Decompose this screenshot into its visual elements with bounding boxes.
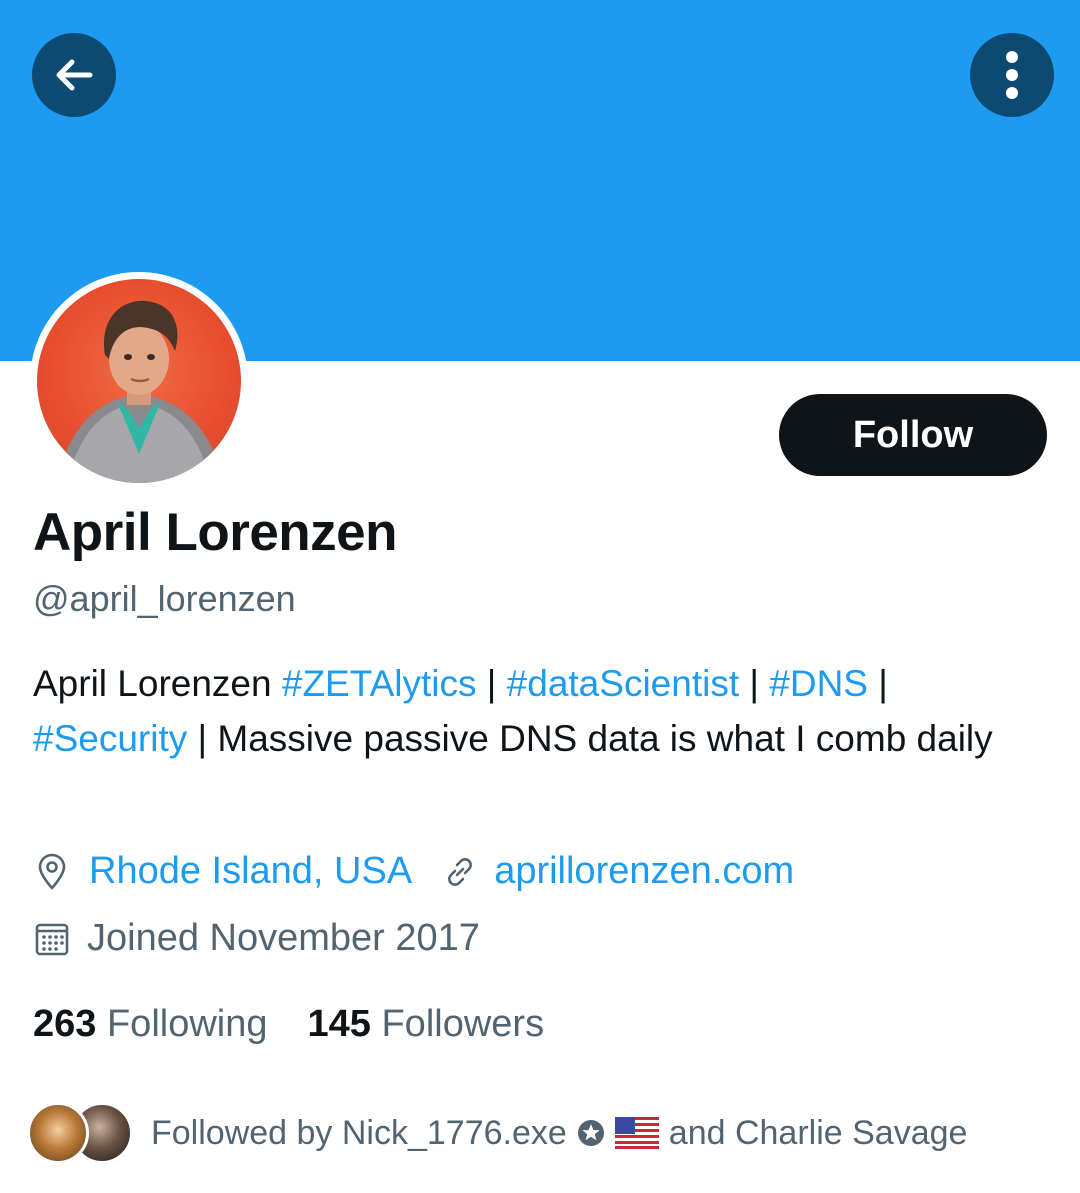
following-count: 263 [33, 1003, 97, 1045]
profile-joined-row: Joined November 2017 [33, 917, 480, 960]
following-label: Following [106, 1003, 268, 1045]
bio-text-end: | Massive passive DNS data is what I com… [187, 718, 993, 759]
more-vertical-icon [1006, 51, 1018, 99]
hashtag-security[interactable]: #Security [33, 718, 187, 759]
bio-separator: | [476, 663, 507, 704]
profile-stats: 263 Following 145 Followers [33, 1003, 544, 1046]
bio-text: April Lorenzen [33, 663, 282, 704]
following-stat[interactable]: 263 Following [33, 1003, 268, 1046]
hashtag-datascientist[interactable]: #dataScientist [507, 663, 739, 704]
website-link[interactable]: aprillorenzen.com [494, 850, 794, 893]
back-arrow-icon [56, 59, 93, 91]
us-flag-icon [614, 1117, 659, 1149]
followed-by-text: Followed by Nick_1776.exe [151, 1113, 567, 1152]
more-options-button[interactable] [970, 33, 1054, 117]
followers-label: Followers [381, 1003, 545, 1045]
bio-separator: | [867, 663, 888, 704]
link-icon [442, 854, 478, 890]
star-badge-icon [577, 1119, 605, 1147]
bio-separator: | [739, 663, 770, 704]
followers-stat[interactable]: 145 Followers [308, 1003, 545, 1046]
followers-count: 145 [307, 1003, 371, 1045]
hashtag-dns[interactable]: #DNS [769, 663, 868, 704]
profile-meta-location-website: Rhode Island, USA aprillorenzen.com [33, 850, 794, 893]
location-link[interactable]: Rhode Island, USA [89, 850, 412, 893]
follower-avatar-nick [27, 1102, 89, 1164]
followed-by-row[interactable]: Followed by Nick_1776.exe and Charlie Sa… [27, 1100, 967, 1166]
follow-button[interactable]: Follow [779, 394, 1047, 476]
hashtag-zetalytics[interactable]: #ZETAlytics [282, 663, 477, 704]
profile-name: April Lorenzen [33, 503, 398, 562]
back-button[interactable] [32, 33, 116, 117]
location-pin-icon [33, 853, 71, 891]
followed-by-suffix: and Charlie Savage [668, 1113, 968, 1152]
avatar-image [37, 279, 241, 483]
joined-date: Joined November 2017 [87, 917, 480, 959]
profile-avatar[interactable] [30, 272, 248, 490]
profile-handle: @april_lorenzen [33, 578, 296, 619]
profile-bio: April Lorenzen #ZETAlytics | #dataScient… [33, 656, 1043, 766]
calendar-icon [33, 920, 71, 958]
